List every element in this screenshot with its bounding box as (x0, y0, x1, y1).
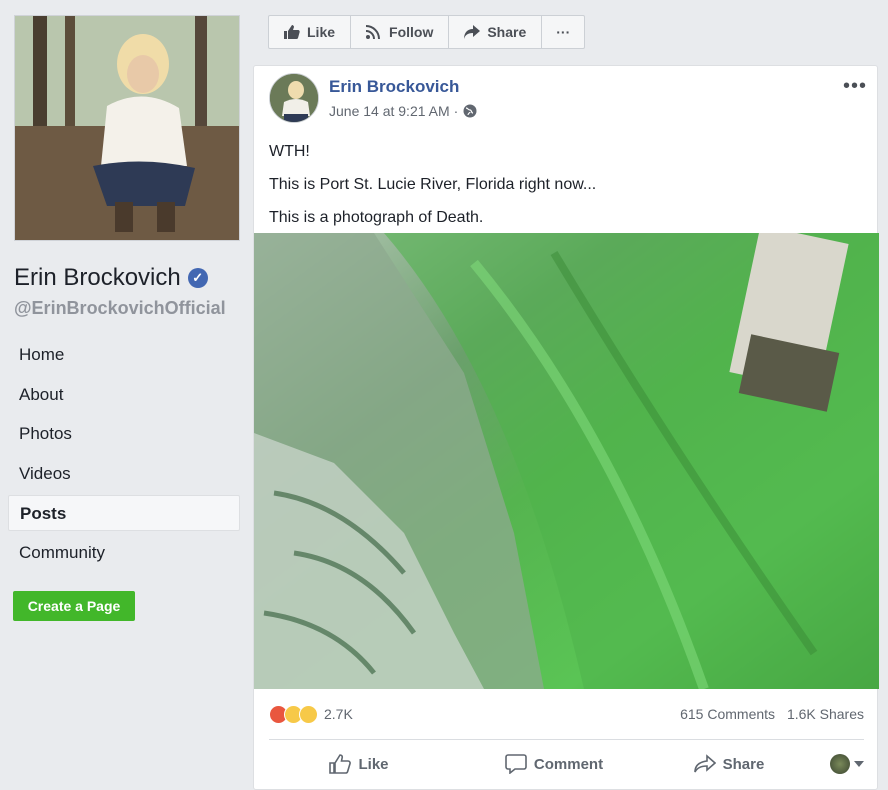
share-arrow-icon (693, 754, 716, 773)
nav-item-about[interactable]: About (8, 377, 240, 413)
reactions-left[interactable]: 2.7K (269, 704, 353, 724)
post-photo[interactable] (254, 233, 879, 689)
thumbs-up-icon (284, 25, 300, 39)
share-arrow-icon (464, 25, 481, 39)
nav-item-posts[interactable]: Posts (8, 495, 240, 532)
rss-follow-icon (366, 25, 381, 39)
nav-item-photos[interactable]: Photos (8, 416, 240, 452)
reactions-summary: 2.7K 615 Comments 1.6K Shares (269, 703, 864, 725)
nav-item-community[interactable]: Community (8, 535, 240, 571)
page-like-label: Like (307, 24, 336, 40)
page-handle[interactable]: @ErinBrockovichOfficial (14, 298, 226, 319)
engagement-counts: 615 Comments 1.6K Shares (672, 706, 864, 722)
thumbs-up-icon (329, 754, 352, 774)
comment-label: Comment (533, 755, 604, 773)
page-nav: Home About Photos Videos Posts Community (8, 337, 240, 575)
post-line: This is Port St. Lucie River, Florida ri… (269, 176, 597, 193)
author-avatar[interactable] (269, 73, 319, 123)
sad-reaction-icon (299, 704, 318, 724)
nav-item-videos[interactable]: Videos (8, 456, 240, 492)
profile-photo[interactable] (14, 15, 240, 241)
actions-divider (269, 739, 864, 740)
post-line: WTH! (269, 143, 310, 160)
viewer-avatar (830, 754, 850, 774)
post-share-label: Share (722, 755, 765, 773)
page-share-button[interactable]: Share (449, 16, 543, 48)
more-dots-icon: ··· (556, 24, 571, 40)
caret-down-icon (854, 761, 864, 767)
post-like-button[interactable]: Like (269, 744, 449, 784)
page-like-button[interactable]: Like (269, 16, 352, 48)
post-meta: June 14 at 9:21 AM · (329, 103, 477, 119)
follow-label: Follow (389, 24, 434, 40)
page-action-bar: Like Follow Share ··· (268, 15, 586, 49)
page-share-label: Share (487, 24, 527, 40)
comments-count[interactable]: 615 Comments (680, 706, 775, 722)
create-page-button[interactable]: Create a Page (13, 591, 135, 621)
page-name-text[interactable]: Erin Brockovich (14, 264, 181, 292)
nav-item-home[interactable]: Home (8, 337, 240, 373)
globe-icon (463, 104, 477, 118)
post-share-button[interactable]: Share (659, 744, 799, 784)
verified-badge-icon: ✓ (187, 268, 208, 288)
reaction-count[interactable]: 2.7K (324, 706, 353, 722)
post-line: This is a photograph of Death. (269, 209, 484, 226)
post-card: Erin Brockovich June 14 at 9:21 AM · •••… (253, 65, 879, 790)
page-more-button[interactable]: ··· (542, 16, 584, 48)
post-author-name[interactable]: Erin Brockovich (329, 77, 459, 97)
post-message: WTH! This is Port St. Lucie River, Flori… (269, 135, 596, 234)
comment-bubble-icon (505, 754, 527, 774)
post-options-icon[interactable]: ••• (843, 75, 867, 98)
post-timestamp[interactable]: June 14 at 9:21 AM (329, 103, 450, 119)
meta-separator: · (453, 103, 459, 119)
comment-button[interactable]: Comment (449, 744, 659, 784)
post-like-label: Like (358, 755, 389, 773)
page-name[interactable]: Erin Brockovich ✓ (14, 264, 208, 292)
post-actions: Like Comment Share (269, 744, 864, 784)
left-sidebar: Erin Brockovich ✓ @ErinBrockovichOfficia… (0, 0, 253, 790)
react-as-selector[interactable] (799, 744, 864, 784)
follow-button[interactable]: Follow (351, 16, 450, 48)
shares-count[interactable]: 1.6K Shares (787, 706, 864, 722)
